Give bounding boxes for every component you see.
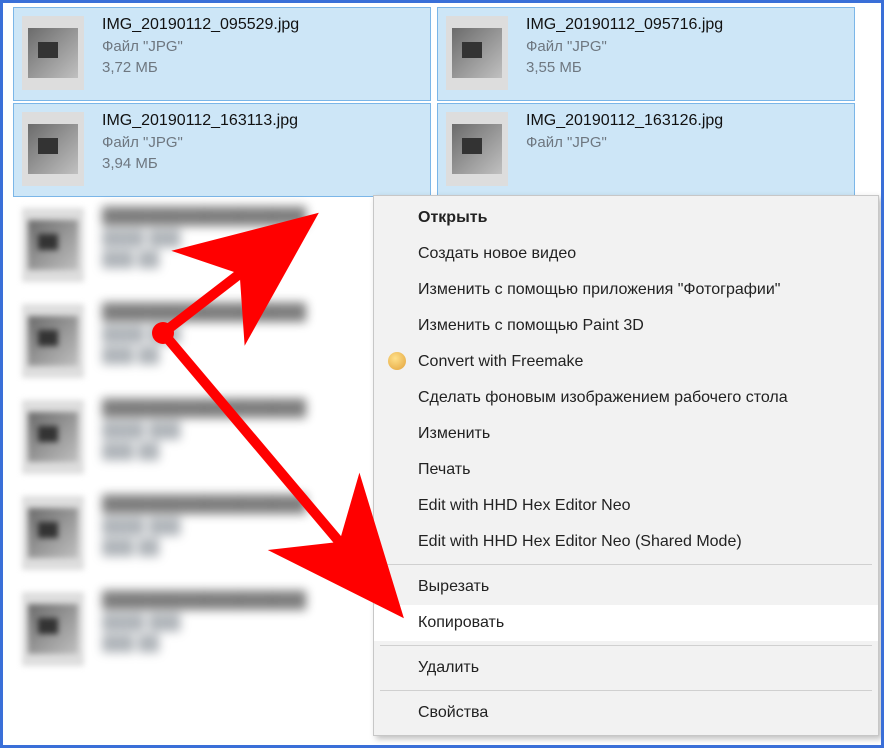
menu-delete[interactable]: Удалить: [374, 650, 878, 686]
context-menu: Открыть Создать новое видео Изменить с п…: [373, 195, 879, 736]
file-item[interactable]: ██████████████████████ ██████ ██: [13, 583, 431, 677]
file-thumbnail: [446, 112, 508, 186]
file-item[interactable]: ██████████████████████ ██████ ██: [13, 295, 431, 389]
menu-convert-freemake-label: Convert with Freemake: [418, 353, 583, 370]
file-name: IMG_20190112_095716.jpg: [526, 16, 723, 34]
file-thumbnail: [22, 304, 84, 378]
menu-separator: [380, 690, 872, 691]
file-meta: IMG_20190112_095529.jpg Файл "JPG" 3,72 …: [102, 16, 299, 76]
menu-set-wallpaper[interactable]: Сделать фоновым изображением рабочего ст…: [374, 380, 878, 416]
file-size: 3,72 МБ: [102, 59, 299, 76]
file-type: Файл "JPG": [526, 38, 723, 55]
menu-separator: [380, 645, 872, 646]
menu-edit-paint3d[interactable]: Изменить с помощью Paint 3D: [374, 308, 878, 344]
menu-new-video[interactable]: Создать новое видео: [374, 236, 878, 272]
menu-convert-freemake[interactable]: Convert with Freemake: [374, 344, 878, 380]
menu-copy[interactable]: Копировать: [374, 605, 878, 641]
file-name: IMG_20190112_163126.jpg: [526, 112, 723, 130]
explorer-pane: IMG_20190112_095529.jpg Файл "JPG" 3,72 …: [0, 0, 884, 748]
file-thumbnail: [22, 16, 84, 90]
file-name: IMG_20190112_163113.jpg: [102, 112, 298, 130]
file-thumbnail: [22, 592, 84, 666]
file-item[interactable]: IMG_20190112_095529.jpg Файл "JPG" 3,72 …: [13, 7, 431, 101]
file-type: Файл "JPG": [526, 134, 723, 151]
file-item[interactable]: IMG_20190112_163113.jpg Файл "JPG" 3,94 …: [13, 103, 431, 197]
menu-separator: [380, 564, 872, 565]
freemake-icon: [388, 352, 406, 370]
menu-open[interactable]: Открыть: [374, 200, 878, 236]
file-item[interactable]: ██████████████████████ ██████ ██: [13, 391, 431, 485]
file-size: 3,55 МБ: [526, 59, 723, 76]
file-meta: IMG_20190112_163113.jpg Файл "JPG" 3,94 …: [102, 112, 298, 172]
menu-print[interactable]: Печать: [374, 452, 878, 488]
file-type: Файл "JPG": [102, 38, 299, 55]
file-thumbnail: [22, 400, 84, 474]
menu-cut[interactable]: Вырезать: [374, 569, 878, 605]
file-item[interactable]: ██████████████████████ ██████ ██: [13, 487, 431, 581]
menu-hex-neo[interactable]: Edit with HHD Hex Editor Neo: [374, 488, 878, 524]
file-item[interactable]: IMG_20190112_163126.jpg Файл "JPG": [437, 103, 855, 197]
file-meta: IMG_20190112_095716.jpg Файл "JPG" 3,55 …: [526, 16, 723, 76]
menu-properties[interactable]: Свойства: [374, 695, 878, 731]
menu-hex-neo-shared[interactable]: Edit with HHD Hex Editor Neo (Shared Mod…: [374, 524, 878, 560]
menu-edit-photos[interactable]: Изменить с помощью приложения "Фотографи…: [374, 272, 878, 308]
file-thumbnail: [22, 208, 84, 282]
file-thumbnail: [446, 16, 508, 90]
file-thumbnail: [22, 112, 84, 186]
file-meta: IMG_20190112_163126.jpg Файл "JPG": [526, 112, 723, 155]
menu-edit[interactable]: Изменить: [374, 416, 878, 452]
file-thumbnail: [22, 496, 84, 570]
file-name: IMG_20190112_095529.jpg: [102, 16, 299, 34]
file-item[interactable]: IMG_20190112_095716.jpg Файл "JPG" 3,55 …: [437, 7, 855, 101]
file-item[interactable]: ██████████████████████ ██████ ██: [13, 199, 431, 293]
file-type: Файл "JPG": [102, 134, 298, 151]
file-size: 3,94 МБ: [102, 155, 298, 172]
